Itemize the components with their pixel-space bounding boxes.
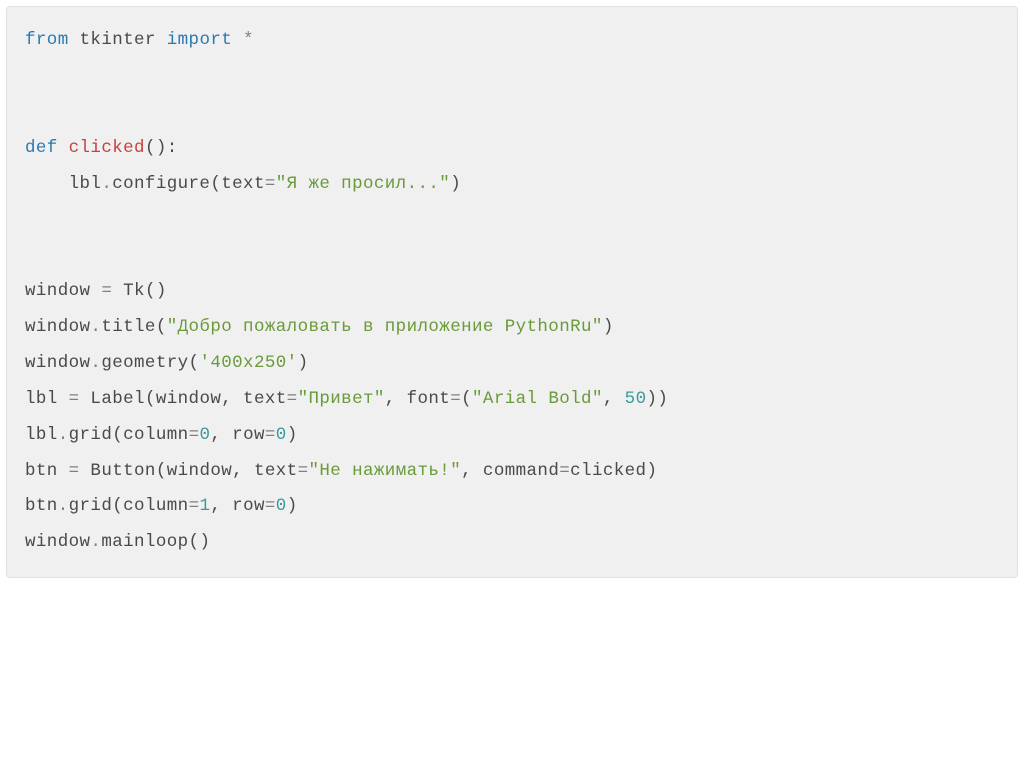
keyword-def: def: [25, 138, 58, 158]
number-literal: 0: [199, 425, 210, 445]
call-label: Label: [90, 389, 145, 409]
method-title: title: [101, 317, 156, 337]
open-paren: (: [145, 389, 156, 409]
equals: =: [298, 461, 309, 481]
string-literal: "Я же просил...": [276, 174, 450, 194]
obj-window: window: [25, 353, 90, 373]
comma-row: , row: [210, 425, 265, 445]
var-lbl: lbl: [25, 389, 69, 409]
equals: =: [189, 496, 200, 516]
dot: .: [90, 532, 101, 552]
code-block: from tkinter import * def clicked(): lbl…: [6, 6, 1018, 578]
dot: .: [58, 425, 69, 445]
comma-row: , row: [210, 496, 265, 516]
number-literal: 1: [199, 496, 210, 516]
open-paren: (: [210, 174, 221, 194]
param-column: column: [123, 425, 188, 445]
obj-btn: btn: [25, 496, 58, 516]
call-button: Button: [90, 461, 155, 481]
open-paren: (: [156, 317, 167, 337]
string-literal: "Не нажимать!": [308, 461, 461, 481]
method-grid: grid: [69, 496, 113, 516]
arg-clicked: clicked: [570, 461, 646, 481]
indent-lbl: lbl: [25, 174, 101, 194]
obj-window: window: [25, 317, 90, 337]
space: [80, 389, 91, 409]
open-paren: (: [112, 425, 123, 445]
open-paren: (: [461, 389, 472, 409]
equals: =: [101, 281, 112, 301]
param-column: column: [123, 496, 188, 516]
equals: =: [69, 461, 80, 481]
args: window, text: [167, 461, 298, 481]
args: window, text: [156, 389, 287, 409]
space: [112, 281, 123, 301]
method-configure: configure: [112, 174, 210, 194]
number-literal: 50: [625, 389, 647, 409]
obj-window: window: [25, 532, 90, 552]
dot: .: [90, 353, 101, 373]
space: [58, 138, 69, 158]
call-tk: Tk: [123, 281, 145, 301]
number-literal: 0: [276, 425, 287, 445]
close-paren: ): [287, 496, 298, 516]
close-paren: ): [298, 353, 309, 373]
string-literal: '400x250': [199, 353, 297, 373]
param-text: text: [221, 174, 265, 194]
string-literal: "Привет": [298, 389, 385, 409]
comma-command: , command: [461, 461, 559, 481]
string-literal: "Arial Bold": [472, 389, 603, 409]
keyword-import: import: [167, 30, 232, 50]
var-btn: btn: [25, 461, 69, 481]
equals: =: [287, 389, 298, 409]
method-grid: grid: [69, 425, 113, 445]
function-name: clicked: [69, 138, 145, 158]
open-paren: (: [112, 496, 123, 516]
parens: (): [145, 281, 167, 301]
dot: .: [58, 496, 69, 516]
obj-lbl: lbl: [25, 425, 58, 445]
dot: .: [101, 174, 112, 194]
open-paren: (: [156, 461, 167, 481]
module-name: tkinter: [69, 30, 167, 50]
close-paren: ): [603, 317, 614, 337]
comma-font: , font: [385, 389, 450, 409]
method-mainloop: mainloop: [101, 532, 188, 552]
equals: =: [189, 425, 200, 445]
equals: =: [265, 174, 276, 194]
space: [80, 461, 91, 481]
equals: =: [450, 389, 461, 409]
open-paren: (: [189, 353, 200, 373]
equals: =: [559, 461, 570, 481]
number-literal: 0: [276, 496, 287, 516]
equals: =: [265, 496, 276, 516]
close-paren: ): [287, 425, 298, 445]
star-operator: *: [232, 30, 254, 50]
string-literal: "Добро пожаловать в приложение PythonRu": [167, 317, 603, 337]
dot: .: [90, 317, 101, 337]
close-paren: ): [646, 461, 657, 481]
parens-colon: ():: [145, 138, 178, 158]
equals: =: [69, 389, 80, 409]
equals: =: [265, 425, 276, 445]
close-paren: ): [450, 174, 461, 194]
close-parens: )): [646, 389, 668, 409]
parens: (): [189, 532, 211, 552]
comma: ,: [603, 389, 625, 409]
keyword-from: from: [25, 30, 69, 50]
method-geometry: geometry: [101, 353, 188, 373]
var-window: window: [25, 281, 101, 301]
